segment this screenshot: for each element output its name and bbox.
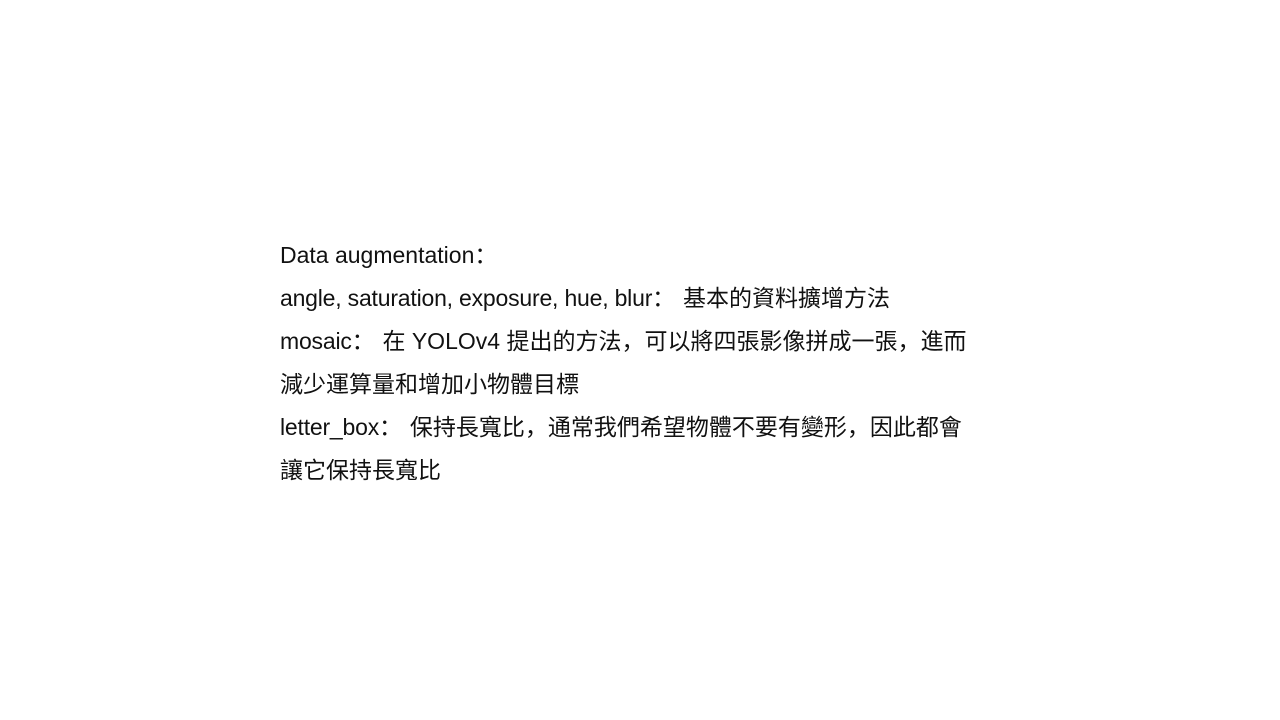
slide: Data augmentation： angle, saturation, ex…	[0, 0, 1280, 720]
letter-box-continuation: 讓它保持長寬比	[280, 457, 441, 483]
term-mosaic: mosaic：	[280, 328, 375, 354]
term-letter-box: letter_box：	[280, 414, 402, 440]
list-item-letter-box: letter_box： 保持長寬比，通常我們希望物體不要有變形，因此都會	[280, 406, 1010, 449]
mosaic-continuation: 減少運算量和增加小物體目標	[280, 371, 579, 397]
heading: Data augmentation：	[280, 242, 498, 268]
list-item-mosaic: mosaic： 在 YOLOv4 提出的方法，可以將四張影像拼成一張，進而	[280, 320, 1010, 363]
description-letter-box: 保持長寬比，通常我們希望物體不要有變形，因此都會	[409, 414, 962, 440]
description-mosaic: 在 YOLOv4 提出的方法，可以將四張影像拼成一張，進而	[382, 328, 967, 354]
description-basic-augmentation: 基本的資料擴增方法	[682, 285, 890, 311]
text-content: Data augmentation： angle, saturation, ex…	[280, 234, 1010, 492]
list-item-basic-augmentation: angle, saturation, exposure, hue, blur： 基…	[280, 277, 1010, 320]
term-basic-augmentation: angle, saturation, exposure, hue, blur：	[280, 285, 675, 311]
